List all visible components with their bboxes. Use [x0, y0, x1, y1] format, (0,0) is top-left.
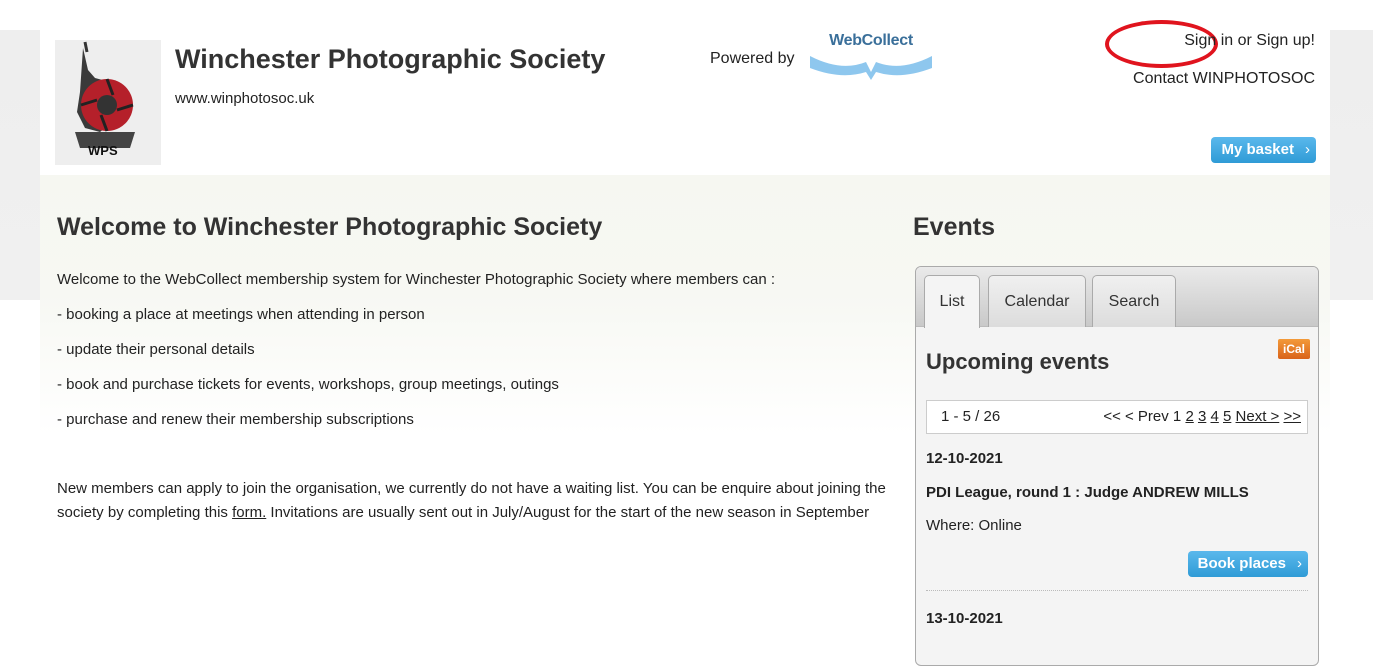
logo-text: WPS	[88, 143, 118, 158]
bullet-item: - book and purchase tickets for events, …	[57, 376, 559, 393]
bullet-item: - update their personal details	[57, 341, 255, 358]
paragraph-text: Invitations are usually sent out in July…	[266, 504, 870, 521]
event-title[interactable]: PDI League, round 1 : Judge ANDREW MILLS	[926, 484, 1249, 501]
event-location: Where: Online	[926, 517, 1022, 534]
contact-link[interactable]: Contact WINPHOTOSOC	[1133, 70, 1315, 88]
my-basket-label: My basket	[1221, 141, 1294, 158]
events-panel: List Calendar Search Upcoming events iCa…	[915, 266, 1319, 666]
main-content: Welcome to Winchester Photographic Socie…	[40, 175, 1330, 666]
book-places-button[interactable]: Book places ›	[1187, 551, 1308, 577]
intro-text: Welcome to the WebCollect membership sys…	[57, 271, 776, 288]
form-link[interactable]: form.	[232, 504, 266, 521]
tab-search[interactable]: Search	[1092, 275, 1176, 327]
pager-nav: << < Prev 1 2 3 4 5 Next > >>	[1103, 401, 1301, 433]
chevron-right-icon: ›	[1305, 141, 1310, 158]
site-header: WPS Winchester Photographic Society www.…	[40, 20, 1330, 175]
auth-links: Sign in or Sign up!	[1184, 32, 1315, 50]
organisation-url[interactable]: www.winphotosoc.uk	[175, 90, 314, 107]
welcome-text: Welcome to the WebCollect membership sys…	[57, 270, 907, 541]
upcoming-events-title: Upcoming events	[926, 349, 1110, 374]
event-date: 12-10-2021	[926, 450, 1003, 467]
powered-by-label: Powered by	[710, 50, 795, 67]
new-members-paragraph: New members can apply to join the organi…	[57, 477, 907, 525]
organisation-title: Winchester Photographic Society	[175, 44, 606, 74]
chevron-right-icon: ›	[1297, 555, 1302, 572]
pager-page-2[interactable]: 2	[1185, 408, 1193, 425]
tab-list[interactable]: List	[924, 275, 980, 328]
sign-up-link[interactable]: Sign up!	[1256, 32, 1315, 49]
page: WPS Winchester Photographic Society www.…	[40, 20, 1330, 666]
event-divider	[926, 590, 1308, 591]
book-places-label: Book places	[1197, 555, 1286, 572]
pager-page-3[interactable]: 3	[1198, 408, 1206, 425]
society-logo[interactable]: WPS	[55, 40, 161, 165]
bullet-item: - purchase and renew their membership su…	[57, 411, 414, 428]
book-icon	[810, 56, 932, 80]
pager-page-5[interactable]: 5	[1223, 408, 1231, 425]
bullet-item: - booking a place at meetings when atten…	[57, 306, 425, 323]
pager-prev: << < Prev 1	[1103, 408, 1186, 425]
pager-range: 1 - 5 / 26	[941, 408, 1001, 425]
webcollect-logo-text: WebCollect	[829, 32, 913, 49]
ical-feed-icon[interactable]: iCal	[1278, 339, 1310, 359]
pager-next[interactable]: Next >	[1236, 408, 1280, 425]
events-heading: Events	[913, 213, 995, 241]
tab-calendar[interactable]: Calendar	[988, 275, 1086, 327]
webcollect-logo[interactable]: WebCollect	[806, 32, 936, 84]
event-date: 13-10-2021	[926, 610, 1003, 627]
page-title: Welcome to Winchester Photographic Socie…	[57, 213, 603, 241]
events-tabbar: List Calendar Search	[916, 267, 1318, 328]
pager-page-4[interactable]: 4	[1210, 408, 1218, 425]
pager-last[interactable]: >>	[1283, 408, 1301, 425]
sign-in-link[interactable]: Sign in	[1184, 32, 1233, 49]
my-basket-button[interactable]: My basket ›	[1211, 137, 1316, 163]
or-separator: or	[1233, 32, 1257, 49]
events-pager: 1 - 5 / 26 << < Prev 1 2 3 4 5 Next > >>	[926, 400, 1308, 434]
